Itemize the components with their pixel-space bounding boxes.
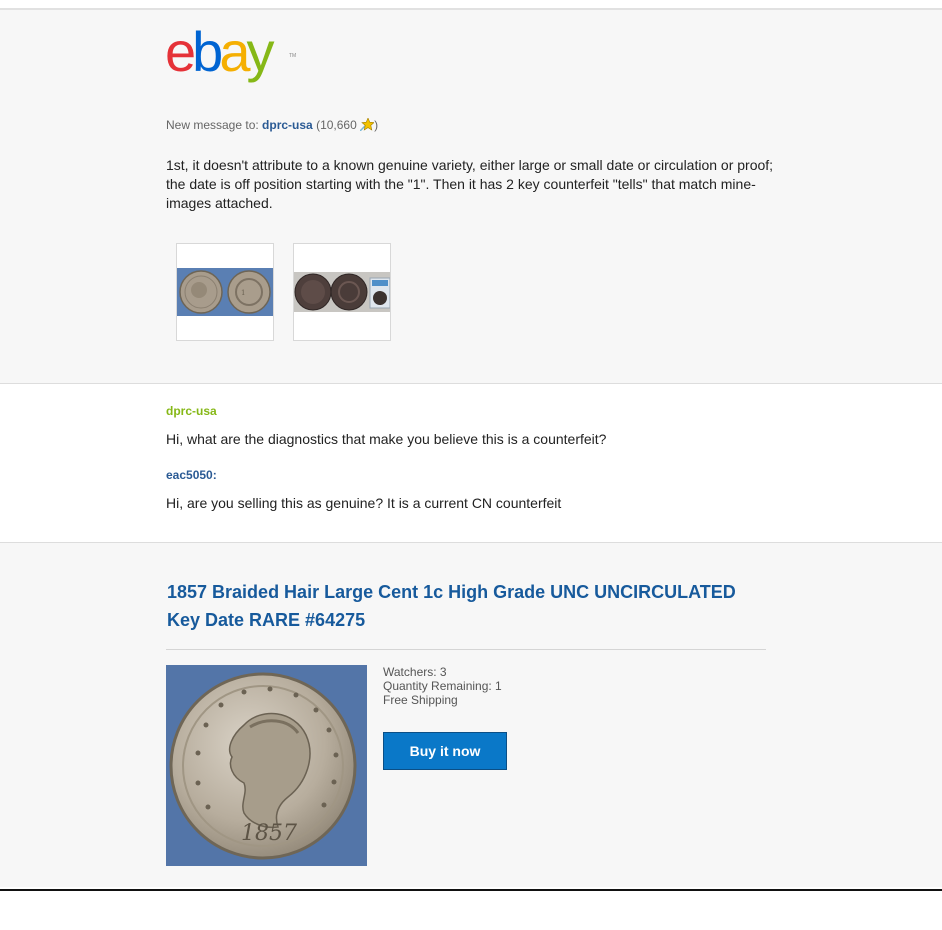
logo-letter-e: e — [165, 20, 196, 83]
item-meta: Watchers: 3 Quantity Remaining: 1 Free S… — [383, 665, 502, 707]
conversation-message: Hi, are you selling this as genuine? It … — [166, 495, 562, 511]
coin-photo-icon — [294, 272, 390, 312]
coin-photo-icon: 1 — [177, 268, 273, 316]
item-photo[interactable]: 1857 — [166, 665, 367, 866]
sender-name[interactable]: eac5050: — [166, 468, 217, 482]
quantity-remaining: Quantity Remaining: 1 — [383, 679, 502, 693]
coin-image: 1857 — [166, 665, 367, 866]
message-body: 1st, it doesn't attribute to a known gen… — [166, 157, 774, 211]
shooting-star-icon — [360, 118, 375, 131]
email-page: ebay TM New message to: dprc-usa (10,660… — [0, 0, 942, 930]
item-title-link[interactable]: 1857 Braided Hair Large Cent 1c High Gra… — [167, 578, 767, 634]
feedback-close: ) — [374, 118, 379, 132]
recipient-link[interactable]: dprc-usa — [262, 118, 313, 132]
item-divider — [166, 649, 766, 650]
conversation-message: Hi, what are the diagnostics that make y… — [166, 431, 607, 447]
buy-it-now-button[interactable]: Buy it now — [383, 732, 507, 770]
sender-name[interactable]: dprc-usa — [166, 404, 217, 418]
feedback-score: (10,660 — [312, 118, 357, 132]
bottom-divider — [0, 889, 942, 891]
trademark: TM — [289, 53, 297, 59]
logo-letter-y: y — [246, 20, 274, 83]
logo-letter-a: a — [219, 20, 250, 83]
logo-letter-b: b — [192, 20, 223, 83]
shipping-info: Free Shipping — [383, 693, 458, 707]
attachment-thumbnail-2[interactable] — [293, 243, 391, 341]
coin-date: 1857 — [241, 821, 297, 846]
attachment-thumbnail-1[interactable]: 1 — [176, 243, 274, 341]
watchers-count: Watchers: 3 — [383, 665, 447, 679]
new-message-prefix: New message to: — [166, 118, 263, 132]
ebay-logo[interactable]: ebay TM — [165, 24, 296, 82]
new-message-header: New message to: dprc-usa (10,660 ) — [166, 118, 378, 132]
svg-text:1: 1 — [241, 289, 245, 297]
conversation-section — [0, 384, 942, 543]
